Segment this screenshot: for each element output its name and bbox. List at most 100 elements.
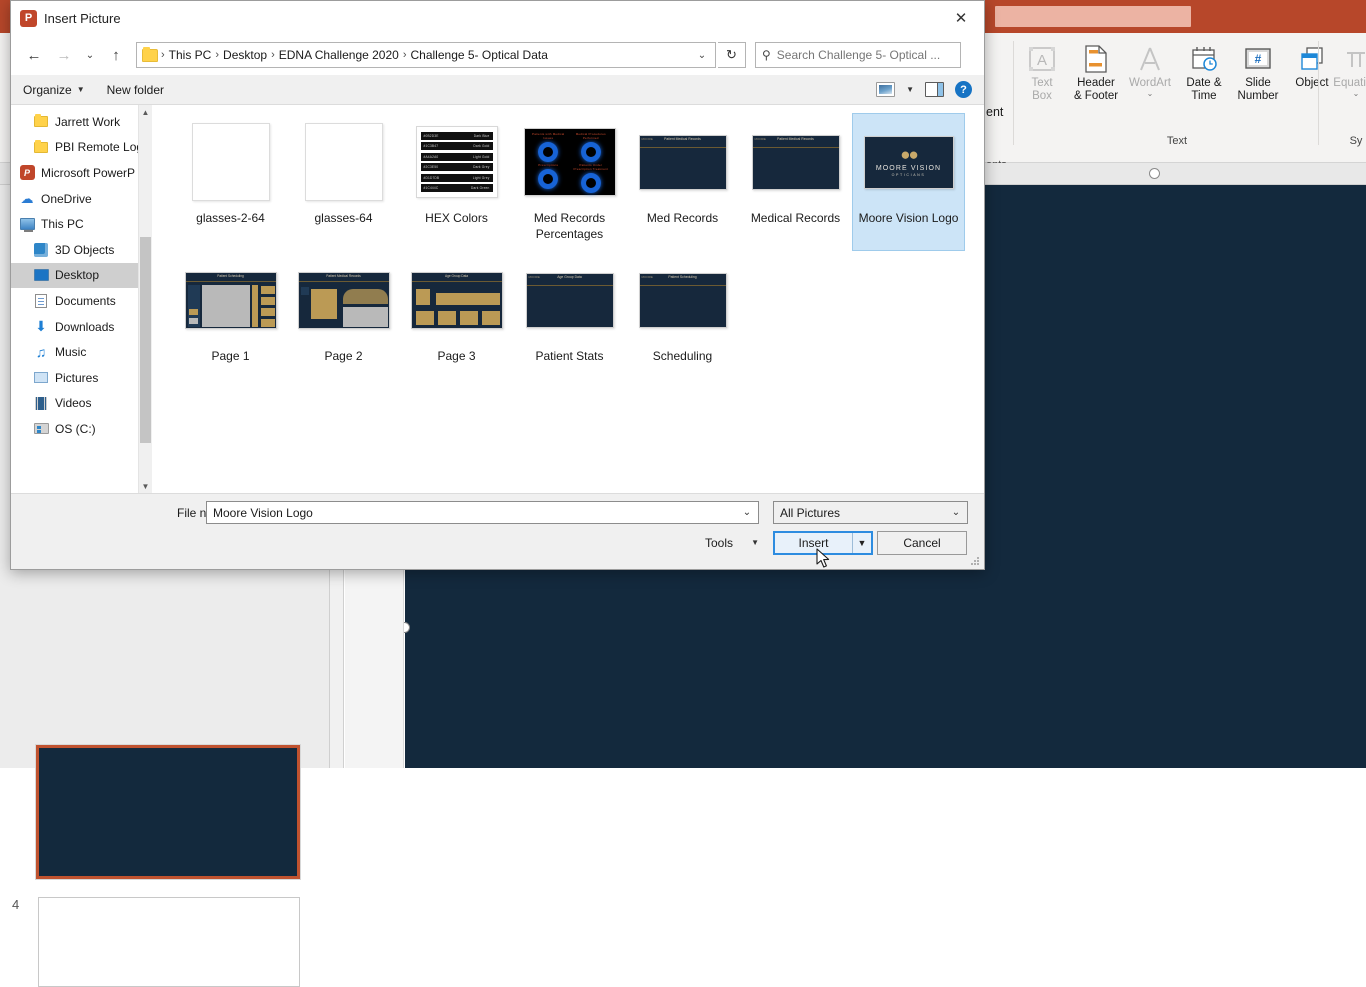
- chevron-down-icon[interactable]: ⌄: [945, 507, 967, 518]
- slide-thumbnail-4[interactable]: [38, 897, 300, 987]
- this-pc-icon: [19, 216, 35, 232]
- chevron-down-icon[interactable]: ⌄: [691, 50, 713, 61]
- sidebar-item-pbi-remote[interactable]: PBI Remote Logi: [11, 135, 152, 161]
- ribbon-button-equation[interactable]: Equation ⌄: [1329, 37, 1366, 97]
- sidebar-item-microsoft-powerpoint[interactable]: P Microsoft PowerP: [11, 160, 152, 186]
- sidebar-item-os-c[interactable]: OS (C:): [11, 416, 152, 442]
- organize-button[interactable]: Organize ▼: [23, 83, 85, 97]
- file-item-med-records-percentages[interactable]: Patients with Medical Issues Medical Pro…: [513, 113, 626, 251]
- sidebar-item-label: Jarrett Work: [55, 115, 120, 129]
- sidebar-item-this-pc[interactable]: This PC: [11, 211, 152, 237]
- glasses-icon: ●●: [900, 147, 917, 163]
- file-item-page-2[interactable]: Patient Medical Records Page 2: [287, 251, 400, 373]
- file-item-scheduling[interactable]: MOORE Patient Scheduling Scheduling: [626, 251, 739, 373]
- tools-button[interactable]: Tools ▼: [701, 531, 763, 554]
- folder-icon: [33, 139, 49, 155]
- scroll-down-icon[interactable]: ▼: [139, 479, 152, 493]
- ribbon-button-text-box[interactable]: A Text Box: [1015, 37, 1069, 103]
- forward-icon[interactable]: →: [50, 41, 78, 69]
- file-thumbnail: MOORE Patient Scheduling: [639, 258, 727, 342]
- close-icon[interactable]: ✕: [938, 1, 984, 35]
- sidebar-item-documents[interactable]: Documents: [11, 288, 152, 314]
- file-label: Page 2: [324, 348, 362, 364]
- file-name-input[interactable]: Moore Vision Logo ⌄: [206, 501, 759, 524]
- scroll-up-icon[interactable]: ▲: [139, 105, 152, 119]
- file-type-select[interactable]: All Pictures ⌄: [773, 501, 968, 524]
- search-placeholder: Search Challenge 5- Optical ...: [777, 48, 940, 62]
- breadcrumb-item-edna[interactable]: EDNA Challenge 2020: [276, 48, 402, 62]
- sidebar-item-onedrive[interactable]: ☁ OneDrive: [11, 186, 152, 212]
- file-item-glasses-64[interactable]: glasses-64: [287, 113, 400, 251]
- file-thumbnail: ●● MOORE VISION OPTICIANS: [864, 120, 954, 204]
- ribbon-button-date-time[interactable]: Date & Time: [1177, 37, 1231, 103]
- ribbon-group-divider: [1318, 41, 1319, 145]
- breadcrumb-item-desktop[interactable]: Desktop: [220, 48, 270, 62]
- dialog-footer: File name: Moore Vision Logo ⌄ All Pictu…: [11, 493, 984, 569]
- search-input[interactable]: ⚲ Search Challenge 5- Optical ...: [755, 42, 961, 68]
- view-mode-icon[interactable]: [876, 82, 895, 97]
- file-item-page-1[interactable]: Patient Scheduling Page 1: [174, 251, 287, 373]
- file-item-med-records[interactable]: MOORE Patient Medical Records Med Record…: [626, 113, 739, 251]
- file-item-medical-records[interactable]: MOORE Patient Medical Records Medical Re…: [739, 113, 852, 251]
- page2-preview: Patient Medical Records: [298, 272, 390, 329]
- sidebar-item-label: Downloads: [55, 320, 114, 334]
- file-item-moore-vision-logo[interactable]: ●● MOORE VISION OPTICIANS Moore Vision L…: [852, 113, 965, 251]
- ribbon-group-divider: [1013, 41, 1014, 145]
- breadcrumb-item-this-pc[interactable]: This PC: [166, 48, 215, 62]
- ribbon-button-label: Date & Time: [1186, 77, 1221, 103]
- back-icon[interactable]: ←: [20, 41, 48, 69]
- ribbon-button-header-footer[interactable]: Header & Footer: [1069, 37, 1123, 103]
- slide-thumbnail-selected[interactable]: [36, 745, 300, 879]
- sidebar-item-3d-objects[interactable]: 3D Objects: [11, 237, 152, 263]
- scrollbar-thumb[interactable]: [140, 237, 151, 443]
- ruler-handle-top[interactable]: [1149, 168, 1160, 179]
- insert-button[interactable]: Insert ▼: [773, 531, 873, 555]
- chevron-down-icon: ▼: [751, 538, 759, 547]
- sidebar-item-jarrett-work[interactable]: Jarrett Work: [11, 109, 152, 135]
- file-list-pane[interactable]: glasses-2-64 glasses-64 #0B2D3EDark Blue…: [152, 105, 984, 493]
- documents-icon: [33, 293, 49, 309]
- file-item-hex-colors[interactable]: #0B2D3EDark Blue #1C3B47Dark Gold #A4A2A…: [400, 113, 513, 251]
- chevron-down-icon[interactable]: ⌄: [1147, 90, 1154, 97]
- resize-grip[interactable]: [969, 555, 981, 567]
- breadcrumb[interactable]: › This PC › Desktop › EDNA Challenge 202…: [136, 42, 716, 68]
- sidebar-item-label: Music: [55, 345, 86, 359]
- sidebar-item-music[interactable]: ♫ Music: [11, 339, 152, 365]
- header-footer-icon: [1083, 41, 1109, 77]
- navigation-pane[interactable]: Jarrett Work PBI Remote Logi P Microsoft…: [11, 105, 152, 493]
- logo-subtitle: OPTICIANS: [892, 173, 926, 177]
- ribbon-button-label: Object: [1295, 77, 1328, 90]
- help-icon[interactable]: ?: [955, 81, 972, 98]
- ribbon-button-slide-number[interactable]: # Slide Number: [1231, 37, 1285, 103]
- quick-access-search-pill[interactable]: [995, 6, 1191, 27]
- file-label: Medical Records: [751, 210, 840, 226]
- file-grid: glasses-2-64 glasses-64 #0B2D3EDark Blue…: [174, 113, 978, 373]
- chevron-down-icon[interactable]: ⌄: [736, 507, 758, 518]
- recent-locations-icon[interactable]: ⌄: [80, 41, 100, 69]
- insert-dropdown-icon[interactable]: ▼: [852, 533, 871, 553]
- insert-label: Insert: [775, 536, 852, 550]
- chevron-down-icon[interactable]: ⌄: [1353, 90, 1360, 97]
- file-item-page-3[interactable]: Age Group Data Page 3: [400, 251, 513, 373]
- refresh-icon[interactable]: ↻: [718, 42, 746, 68]
- cancel-button[interactable]: Cancel: [877, 531, 967, 555]
- up-icon[interactable]: ↑: [102, 41, 130, 69]
- dialog-title-bar[interactable]: P Insert Picture ✕: [11, 1, 984, 35]
- breadcrumb-item-challenge5[interactable]: Challenge 5- Optical Data: [408, 48, 551, 62]
- dialog-toolbar: Organize ▼ New folder ▼ ?: [11, 75, 984, 105]
- downloads-icon: ⬇: [33, 319, 49, 335]
- sidebar-item-downloads[interactable]: ⬇ Downloads: [11, 314, 152, 340]
- 3d-objects-icon: [33, 242, 49, 258]
- file-item-patient-stats[interactable]: MOORE Age Group Data Patient Stats: [513, 251, 626, 373]
- preview-pane-icon[interactable]: [925, 82, 944, 97]
- ribbon-button-wordart[interactable]: WordArt ⌄: [1123, 37, 1177, 97]
- new-folder-button[interactable]: New folder: [107, 83, 164, 97]
- navigation-scrollbar[interactable]: ▲ ▼: [138, 105, 152, 493]
- sidebar-item-label: OS (C:): [55, 422, 96, 436]
- file-item-glasses-2-64[interactable]: glasses-2-64: [174, 113, 287, 251]
- sidebar-item-videos[interactable]: Videos: [11, 391, 152, 417]
- chevron-down-icon[interactable]: ▼: [906, 85, 914, 94]
- sidebar-item-desktop[interactable]: Desktop: [11, 263, 152, 289]
- sidebar-item-pictures[interactable]: Pictures: [11, 365, 152, 391]
- date-time-icon: [1190, 41, 1218, 77]
